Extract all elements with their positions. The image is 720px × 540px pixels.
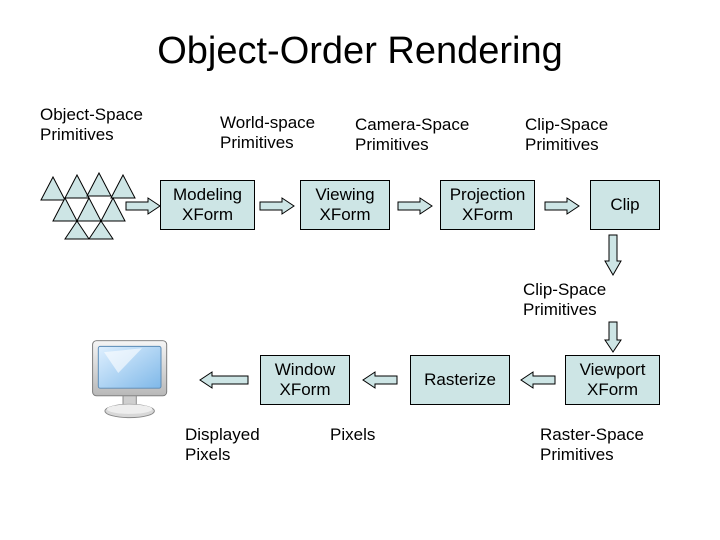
label-clip-space-2: Clip-Space Primitives <box>523 280 606 321</box>
label-world-space: World-space Primitives <box>220 113 315 154</box>
arrow-right-icon <box>545 198 579 214</box>
arrow-down-icon <box>605 235 621 275</box>
arrow-right-icon <box>398 198 432 214</box>
arrow-left-icon <box>200 372 248 388</box>
label-camera-space: Camera-Space Primitives <box>355 115 469 156</box>
label-object-space: Object-Space Primitives <box>40 105 143 146</box>
box-clip: Clip <box>590 180 660 230</box>
box-viewport-xform: Viewport XForm <box>565 355 660 405</box>
box-window-xform: Window XForm <box>260 355 350 405</box>
label-displayed-pixels: Displayed Pixels <box>185 425 260 466</box>
box-projection-xform: Projection XForm <box>440 180 535 230</box>
label-clip-space: Clip-Space Primitives <box>525 115 608 156</box>
box-rasterize: Rasterize <box>410 355 510 405</box>
monitor-icon <box>85 335 180 430</box>
label-pixels: Pixels <box>330 425 375 445</box>
arrow-right-icon <box>126 198 160 214</box>
box-modeling-xform: Modeling XForm <box>160 180 255 230</box>
box-viewing-xform: Viewing XForm <box>300 180 390 230</box>
label-raster-space: Raster-Space Primitives <box>540 425 644 466</box>
page-title: Object-Order Rendering <box>0 30 720 73</box>
arrow-right-icon <box>260 198 294 214</box>
arrow-left-icon <box>521 372 555 388</box>
arrow-left-icon <box>363 372 397 388</box>
arrow-down-icon <box>605 322 621 352</box>
